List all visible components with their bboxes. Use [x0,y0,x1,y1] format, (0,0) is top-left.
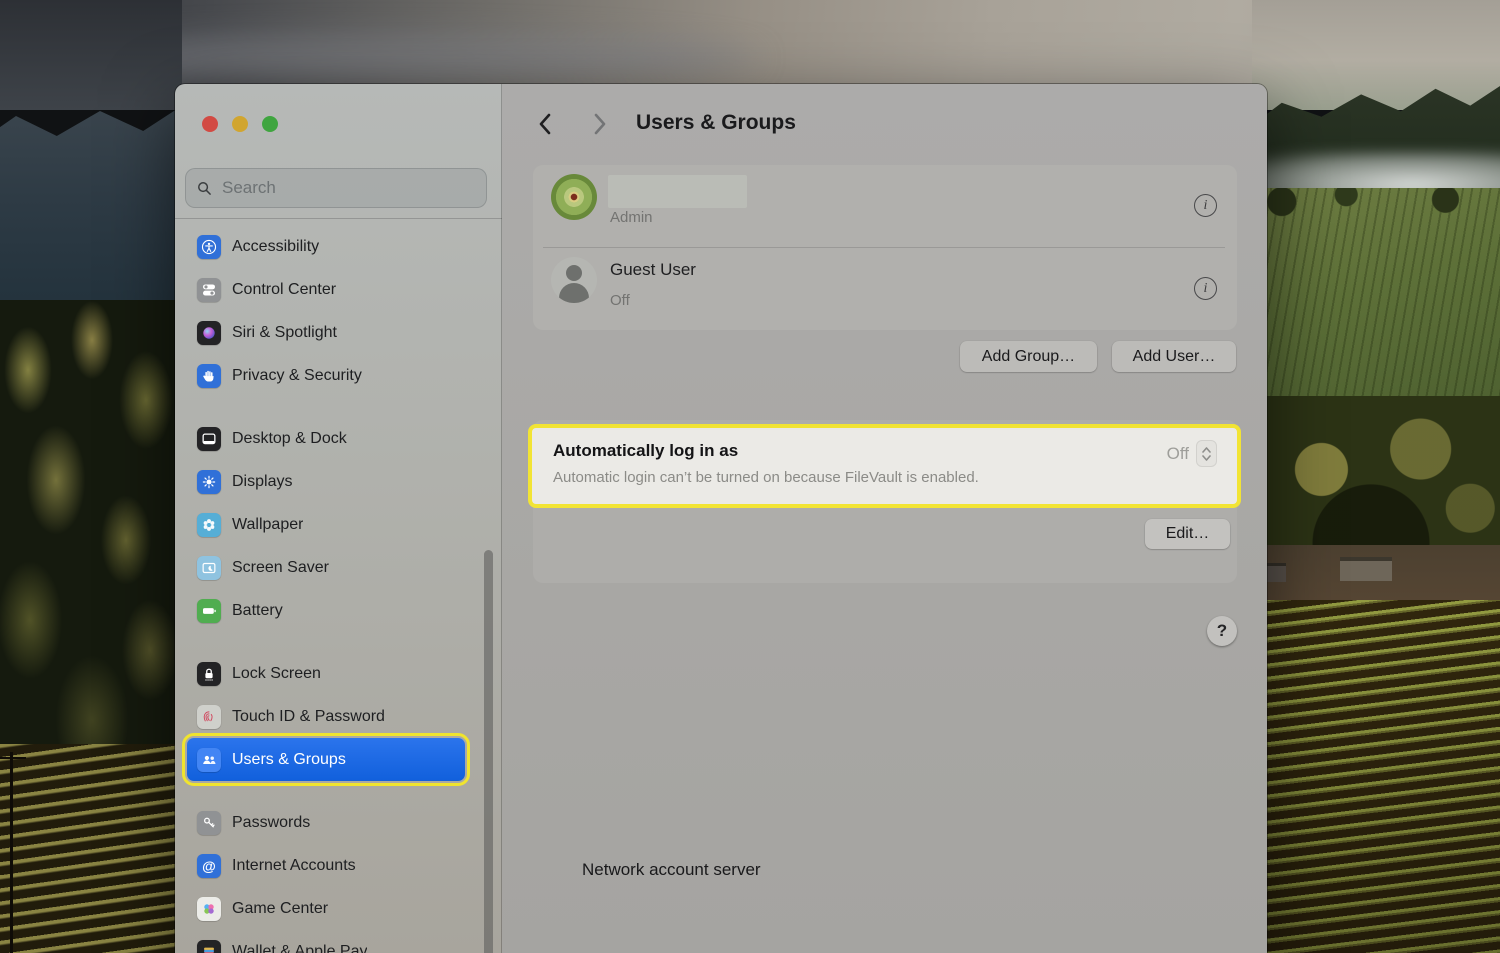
auto-login-highlight-box: Automatically log in as Automatic login … [528,424,1241,508]
sidebar-item-desktop-dock[interactable]: Desktop & Dock [187,417,465,460]
sidebar-item-lock-screen[interactable]: Lock Screen [187,652,465,695]
siri-icon [197,321,221,345]
add-group-button[interactable]: Add Group… [960,341,1097,372]
guest-status-label: Off [610,292,630,309]
auto-login-value: Off [1167,444,1189,464]
users-card: Admin i Guest User Off i [533,165,1237,330]
sidebar-scrollbar[interactable] [484,550,493,953]
add-user-button[interactable]: Add User… [1112,341,1236,372]
sidebar-item-label: Wallpaper [232,516,303,534]
sidebar-item-control-center[interactable]: Control Center [187,268,465,311]
window-controls [202,116,278,132]
sidebar-item-label: Passwords [232,814,310,832]
user-row-admin[interactable]: Admin i [533,165,1237,247]
sidebar-item-label: Desktop & Dock [232,430,347,448]
sidebar-item-users-groups[interactable]: Users & Groups [187,738,465,781]
admin-name-redacted [608,175,747,208]
displays-icon [197,470,221,494]
sidebar-item-touch-id[interactable]: Touch ID & Password [187,695,465,738]
wallpaper-left-vineyard [0,744,182,953]
desktop-dock-icon [197,427,221,451]
sidebar-item-battery[interactable]: Battery [187,589,465,632]
sidebar-item-label: Touch ID & Password [232,708,385,726]
sidebar-item-label: Wallet & Apple Pay [232,943,367,953]
help-button[interactable]: ? [1207,616,1237,646]
sidebar-item-siri-spotlight[interactable]: Siri & Spotlight [187,311,465,354]
sidebar-item-label: Game Center [232,900,328,918]
sidebar-item-label: Screen Saver [232,559,329,577]
search-field[interactable] [185,168,487,208]
sidebar-separator [175,218,502,219]
wallet-icon [197,940,221,953]
guest-avatar [551,257,597,303]
auto-login-label: Automatically log in as [553,441,738,461]
wallpaper-power-pole-crossbar [0,757,26,759]
zoom-button[interactable] [262,116,278,132]
lock-icon [197,662,221,686]
control-center-icon [197,278,221,302]
wallpaper-vine-rows-shade [1252,600,1500,953]
accessibility-icon [197,235,221,259]
sidebar-item-wallpaper[interactable]: Wallpaper [187,503,465,546]
sidebar-item-screen-saver[interactable]: Screen Saver [187,546,465,589]
sidebar-item-displays[interactable]: Displays [187,460,465,503]
wallpaper-green-hills [1252,188,1500,414]
sidebar-item-label: Control Center [232,281,336,299]
search-input[interactable] [220,177,475,199]
wallpaper-left-forest [0,300,182,770]
guest-name-label: Guest User [610,260,696,280]
page-title: Users & Groups [636,111,796,135]
network-account-server-label: Network account server [582,860,761,880]
sidebar-nav: Accessibility Control Center Siri & Spot… [187,225,465,953]
sidebar-item-label: Battery [232,602,283,620]
sidebar-item-passwords[interactable]: Passwords [187,801,465,844]
main-panel: Users & Groups Admin i Guest User Off i … [502,84,1267,953]
sidebar-item-internet-accounts[interactable]: @ Internet Accounts [187,844,465,887]
edit-button[interactable]: Edit… [1145,519,1230,549]
wallpaper-flower-icon [197,513,221,537]
admin-info-button[interactable]: i [1194,194,1217,217]
sidebar: Accessibility Control Center Siri & Spot… [175,84,502,953]
sidebar-item-label: Displays [232,473,292,491]
search-icon [197,181,212,196]
sidebar-item-accessibility[interactable]: Accessibility [187,225,465,268]
user-row-guest[interactable]: Guest User Off i [533,248,1237,330]
auto-login-stepper[interactable] [1196,440,1217,467]
wallpaper-right [1252,0,1500,953]
guest-info-button[interactable]: i [1194,277,1217,300]
sidebar-item-game-center[interactable]: Game Center [187,887,465,930]
at-sign-icon: @ [197,854,221,878]
screenshot: Accessibility Control Center Siri & Spot… [0,0,1500,953]
sidebar-item-label: Internet Accounts [232,857,356,875]
sidebar-item-wallet[interactable]: Wallet & Apple Pay [187,930,465,953]
sidebar-item-label: Accessibility [232,238,319,256]
wallpaper-right-sky [1252,0,1500,110]
minimize-button[interactable] [232,116,248,132]
admin-avatar [551,174,597,220]
auto-login-description: Automatic login can’t be turned on becau… [553,469,979,486]
game-center-icon [197,897,221,921]
sidebar-item-label: Siri & Spotlight [232,324,337,342]
wallpaper-shed [1340,557,1392,581]
sidebar-item-label: Users & Groups [232,751,346,769]
touch-id-fingerprint-icon [197,705,221,729]
wallpaper-left-mountains [0,86,182,336]
wallpaper-left-sky [0,0,182,110]
system-settings-window: Accessibility Control Center Siri & Spot… [175,84,1267,953]
wallpaper-left [0,0,182,953]
back-button[interactable] [530,109,560,139]
key-icon [197,811,221,835]
sidebar-item-label: Privacy & Security [232,367,362,385]
wallpaper-power-pole [10,752,13,953]
admin-role-label: Admin [610,209,653,226]
sidebar-item-label: Lock Screen [232,665,321,683]
close-button[interactable] [202,116,218,132]
privacy-hand-icon [197,364,221,388]
screen-saver-icon [197,556,221,580]
forward-button[interactable] [585,109,615,139]
sidebar-item-privacy-security[interactable]: Privacy & Security [187,354,465,397]
battery-icon [197,599,221,623]
users-groups-icon [197,748,221,772]
